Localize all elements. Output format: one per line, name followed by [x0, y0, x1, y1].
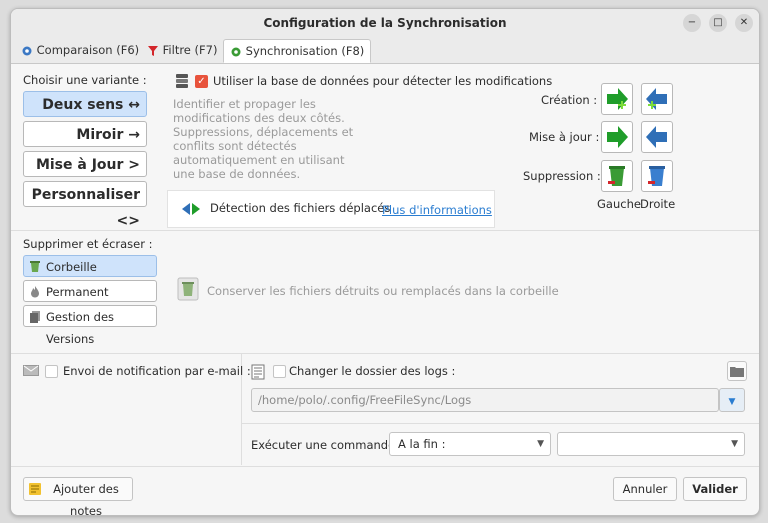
create-right-arrow-icon — [646, 88, 667, 110]
database-checkbox[interactable]: ✓ — [195, 75, 208, 88]
add-notes-button[interactable]: Ajouter des notes — [23, 477, 133, 515]
cancel-button[interactable]: Annuler — [613, 477, 677, 501]
fire-icon — [31, 286, 39, 298]
trash-green-icon — [608, 166, 625, 186]
more-info-link[interactable]: Plus d'informations — [382, 203, 492, 217]
recycle-bin-icon — [30, 261, 40, 272]
variant-miroir-button[interactable]: Miroir → — [23, 121, 147, 147]
minimize-button[interactable]: − — [683, 14, 701, 32]
move-arrows-icon — [182, 203, 200, 215]
chevron-down-icon: ▼ — [537, 439, 544, 449]
variant-deux-sens-label: Deux sens — [42, 97, 124, 113]
separator — [11, 466, 759, 467]
delete-corbeille-button[interactable]: Corbeille — [23, 255, 157, 277]
notes-icon — [29, 483, 41, 495]
delete-right-button[interactable] — [641, 160, 673, 192]
browse-folder-button[interactable] — [727, 361, 747, 381]
variant-mise-a-jour-button[interactable]: Mise à Jour > — [23, 151, 147, 177]
left-side-label: Gauche — [597, 197, 641, 211]
versioning-icon — [30, 311, 40, 323]
logs-path-input[interactable]: /home/polo/.config/FreeFileSync/Logs — [251, 388, 719, 412]
variant-deux-sens-button[interactable]: Deux sens ↔ — [23, 91, 147, 117]
tab-comparaison[interactable]: Comparaison (F6) — [21, 39, 139, 61]
gear-green-icon — [231, 47, 241, 56]
separator — [11, 353, 759, 354]
close-button[interactable]: ✕ — [735, 14, 753, 32]
update-left-arrow-icon — [607, 126, 628, 148]
delete-corbeille-label: Corbeille — [46, 260, 97, 274]
delete-permanent-button[interactable]: Permanent — [23, 280, 157, 302]
tab-filtre-label: Filtre (F7) — [162, 43, 218, 57]
delete-versioning-button[interactable]: Gestion des Versions — [23, 305, 157, 346]
moved-files-label: Détection des fichiers déplacés — [210, 201, 391, 215]
folder-icon — [730, 367, 744, 377]
database-checkbox-label: Utiliser la base de données pour détecte… — [213, 74, 553, 88]
cancel-label: Annuler — [622, 482, 668, 496]
variant-deux-sens-symbol: ↔ — [128, 97, 140, 113]
recycle-bin-large-icon — [177, 277, 199, 301]
variant-miroir-label: Miroir — [76, 127, 124, 143]
separator — [242, 423, 759, 424]
notification-label: Envoi de notification par e-mail : — [63, 364, 251, 378]
variant-mise-a-jour-label: Mise à Jour — [35, 157, 124, 173]
variant-mise-a-jour-symbol: > — [128, 157, 140, 173]
right-side-label: Droite — [640, 197, 676, 211]
window-title: Configuration de la Synchronisation — [263, 16, 507, 30]
add-notes-label: Ajouter des notes — [53, 482, 119, 516]
command-when-value: A la fin : — [398, 437, 446, 451]
maximize-button[interactable]: □ — [709, 14, 727, 32]
ok-label: Valider — [692, 482, 738, 496]
logs-label: Changer le dossier des logs : — [289, 364, 456, 378]
tab-synchronisation-label: Synchronisation (F8) — [245, 44, 365, 58]
command-label: Exécuter une commande : — [251, 438, 403, 452]
notification-checkbox[interactable] — [45, 365, 58, 378]
delete-heading: Supprimer et écraser : — [23, 237, 153, 251]
email-icon — [23, 365, 39, 376]
update-left-button[interactable] — [601, 121, 633, 153]
delete-label: Suppression : — [523, 169, 601, 183]
variant-heading: Choisir une variante : — [23, 73, 147, 87]
title-bar: Configuration de la Synchronisation − □ … — [11, 9, 759, 37]
tab-filtre[interactable]: Filtre (F7) — [147, 39, 217, 61]
variant-personnaliser-button[interactable]: Personnaliser <> — [23, 181, 147, 229]
chevron-down-icon: ▼ — [731, 439, 738, 449]
delete-note: Conserver les fichiers détruits ou rempl… — [207, 284, 559, 298]
update-label: Mise à jour : — [529, 130, 600, 144]
tab-bar: Comparaison (F6) Filtre (F7) Synchronisa… — [11, 37, 759, 64]
delete-permanent-label: Permanent — [46, 285, 109, 299]
logs-path-dropdown[interactable]: ▼ — [719, 388, 745, 412]
database-icon — [176, 74, 188, 88]
update-right-arrow-icon — [646, 126, 667, 148]
ok-button[interactable]: Valider — [683, 477, 747, 501]
sync-config-window: Configuration de la Synchronisation − □ … — [10, 8, 760, 516]
variant-personnaliser-label: Personnaliser — [31, 187, 140, 203]
delete-left-button[interactable] — [601, 160, 633, 192]
database-description: Identifier et propager les modifications… — [173, 97, 354, 181]
command-when-select[interactable]: A la fin : ▼ — [389, 432, 551, 456]
trash-blue-icon — [648, 166, 665, 186]
tab-synchronisation[interactable]: Synchronisation (F8) — [223, 39, 372, 63]
variant-personnaliser-symbol: <> — [116, 213, 140, 229]
chevron-down-icon: ▼ — [728, 397, 736, 407]
create-right-button[interactable] — [641, 83, 673, 115]
moved-files-panel: Détection des fichiers déplacés Plus d'i… — [167, 190, 495, 228]
tab-comparaison-label: Comparaison (F6) — [36, 43, 140, 57]
filter-icon — [148, 45, 158, 56]
logs-checkbox[interactable] — [273, 365, 286, 378]
create-left-arrow-icon — [607, 88, 628, 110]
creation-label: Création : — [541, 93, 598, 107]
update-right-button[interactable] — [641, 121, 673, 153]
log-file-icon — [251, 364, 265, 380]
gear-blue-icon — [22, 46, 32, 55]
create-left-button[interactable] — [601, 83, 633, 115]
delete-versioning-label: Gestion des Versions — [46, 310, 115, 346]
variant-miroir-symbol: → — [128, 127, 140, 143]
separator — [11, 230, 759, 231]
command-input[interactable]: ▼ — [557, 432, 745, 456]
